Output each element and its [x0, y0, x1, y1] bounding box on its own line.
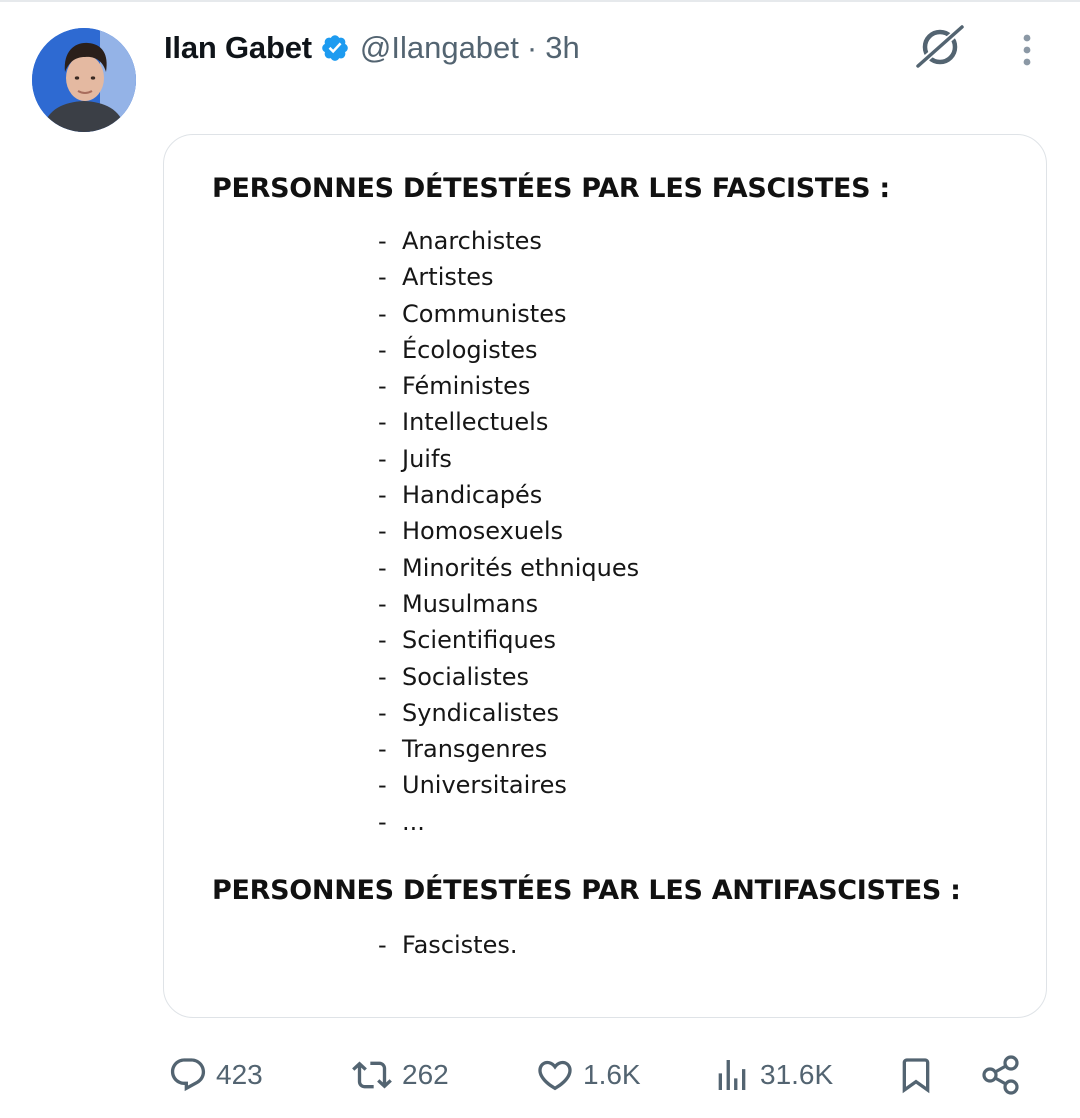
like-button[interactable]: 1.6K [535, 1050, 641, 1100]
grok-icon[interactable] [912, 22, 968, 72]
list-item-text: Anarchistes [402, 227, 542, 255]
list-item-text: Musulmans [402, 589, 539, 618]
media-list-antifascists: - Fascistes. [378, 927, 518, 963]
author-handle[interactable]: @Ilangabet [360, 30, 519, 66]
list-item: - Minorités ethniques [378, 550, 639, 586]
list-item-text: Transgenres [402, 735, 548, 764]
reply-button[interactable]: 423 [168, 1050, 263, 1100]
list-item: - Transgenres [378, 731, 639, 767]
author-display-name[interactable]: Ilan Gabet [164, 30, 312, 66]
list-item: - Handicapés [378, 477, 639, 513]
list-item: - Syndicalistes [378, 695, 639, 731]
list-item-text: Minorités ethniques [402, 553, 640, 582]
list-bullet: - [378, 931, 387, 959]
media-list-fascists: - Anarchistes - Artistes - Communistes - Écolog… [378, 223, 639, 840]
list-item: - Écologistes [378, 332, 639, 368]
tweet-media-image[interactable]: PERSONNES DÉTESTÉES PAR LES FASCISTES : … [163, 134, 1047, 1018]
separator-dot: · [526, 30, 538, 65]
list-item: - Intellectuels [378, 404, 639, 440]
list-item-text: Intellectuels [402, 408, 549, 437]
repost-icon [350, 1055, 394, 1095]
list-bullet: - [378, 444, 387, 473]
list-bullet: - [378, 553, 387, 582]
views-button[interactable]: 31.6K [712, 1050, 833, 1100]
list-item-text: Universitaires [402, 771, 567, 800]
list-item-text: ... [402, 807, 425, 836]
list-item-text: Homosexuels [402, 517, 563, 546]
list-item: - Musulmans [378, 586, 639, 622]
list-item: - Féministes [378, 368, 639, 404]
media-heading-fascists: PERSONNES DÉTESTÉES PAR LES FASCISTES : [212, 173, 890, 204]
list-bullet: - [378, 481, 387, 510]
list-item: - Homosexuels [378, 513, 639, 549]
list-bullet: - [378, 698, 387, 727]
list-bullet: - [378, 299, 387, 328]
list-item: - Scientifiques [378, 622, 639, 658]
share-icon [980, 1054, 1022, 1096]
list-bullet: - [378, 626, 387, 655]
list-item: - Communistes [378, 296, 639, 332]
tweet-action-bar: 423 262 1.6K 31.6K [0, 1040, 1080, 1110]
verified-badge-icon [320, 33, 350, 63]
list-item: -... [378, 804, 639, 840]
list-item-text: Juifs [402, 444, 452, 473]
list-item-text: Communistes [402, 299, 567, 328]
list-item: - Fascistes. [378, 927, 518, 963]
list-bullet: - [378, 335, 387, 364]
list-item: - Juifs [378, 441, 639, 477]
list-item: - Anarchistes [378, 223, 639, 259]
list-bullet: - [378, 517, 387, 546]
list-bullet: - [378, 408, 387, 437]
list-bullet: - [378, 227, 387, 255]
list-item-text: Scientifiques [402, 626, 556, 655]
heart-icon [535, 1055, 575, 1095]
list-bullet: - [378, 662, 387, 691]
tweet-header: Ilan Gabet @Ilangabet · 3h [164, 28, 580, 68]
repost-button[interactable]: 262 [350, 1050, 449, 1100]
bookmark-icon [896, 1054, 936, 1096]
views-icon [712, 1055, 752, 1095]
more-icon[interactable] [1014, 32, 1040, 72]
reply-icon [168, 1055, 208, 1095]
avatar[interactable] [32, 28, 136, 132]
repost-count: 262 [402, 1059, 449, 1090]
share-button[interactable] [980, 1050, 1022, 1100]
list-item-text: Fascistes. [402, 931, 518, 959]
list-item-text: Artistes [402, 263, 494, 292]
list-item-text: Syndicalistes [402, 698, 559, 727]
list-bullet: - [378, 807, 387, 836]
list-bullet: - [378, 263, 387, 292]
list-item-text: Écologistes [402, 335, 538, 364]
bookmark-button[interactable] [896, 1050, 936, 1100]
tweet-time[interactable]: 3h [545, 30, 579, 66]
reply-count: 423 [216, 1059, 263, 1090]
list-item-text: Socialistes [402, 662, 530, 691]
list-bullet: - [378, 735, 387, 764]
list-bullet: - [378, 372, 387, 401]
views-count: 31.6K [760, 1059, 834, 1090]
list-item-text: Handicapés [402, 481, 543, 510]
list-item-text: Féministes [402, 372, 531, 401]
list-bullet: - [378, 589, 387, 618]
top-divider [0, 0, 1080, 2]
list-bullet: - [378, 771, 387, 800]
like-count: 1.6K [583, 1059, 641, 1090]
list-item: - Artistes [378, 259, 639, 295]
list-item: - Socialistes [378, 659, 639, 695]
media-heading-antifascists: PERSONNES DÉTESTÉES PAR LES ANTIFASCISTE… [212, 875, 961, 906]
list-item: - Universitaires [378, 767, 639, 803]
avatar-image [32, 28, 136, 132]
